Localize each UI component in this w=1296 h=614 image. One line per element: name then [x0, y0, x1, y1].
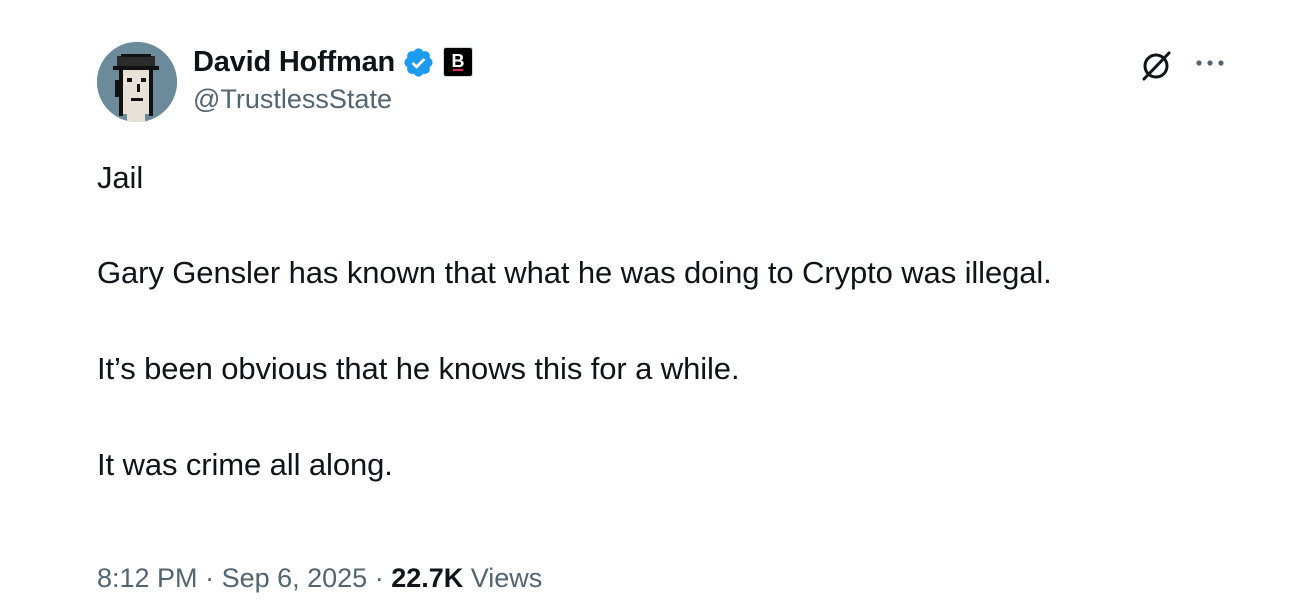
tweet-text-line: Jail [97, 160, 144, 195]
tweet-header: David Hoffman B @TrustlessState [193, 44, 474, 115]
meta-separator: · [367, 563, 392, 593]
display-name[interactable]: David Hoffman [193, 46, 395, 79]
views-label: Views [463, 563, 543, 593]
name-row: David Hoffman B [193, 44, 474, 80]
verified-badge-icon[interactable] [402, 46, 435, 79]
more-icon[interactable] [1194, 50, 1228, 76]
tweet-text-line: It’s been obvious that he knows this for… [97, 351, 740, 386]
affiliate-badge-icon[interactable]: B [443, 47, 474, 77]
pixel-punk-avatar-icon [97, 42, 177, 122]
views-count[interactable]: 22.7K [391, 563, 463, 593]
tweet-time[interactable]: 8:12 PM [97, 563, 198, 593]
tweet-meta: 8:12 PM · Sep 6, 2025 · 22.7K Views [97, 563, 542, 594]
tweet-date[interactable]: Sep 6, 2025 [222, 563, 368, 593]
user-handle[interactable]: @TrustlessState [193, 84, 473, 115]
tweet-card: David Hoffman B @TrustlessState Jail Gar… [0, 0, 1296, 614]
tweet-text-line: Gary Gensler has known that what he was … [97, 255, 1052, 290]
affiliate-badge-letter: B [451, 50, 465, 71]
avatar[interactable] [97, 42, 177, 122]
meta-separator: · [197, 563, 222, 593]
grok-icon[interactable] [1139, 48, 1173, 82]
tweet-text-line: It was crime all along. [97, 447, 393, 482]
